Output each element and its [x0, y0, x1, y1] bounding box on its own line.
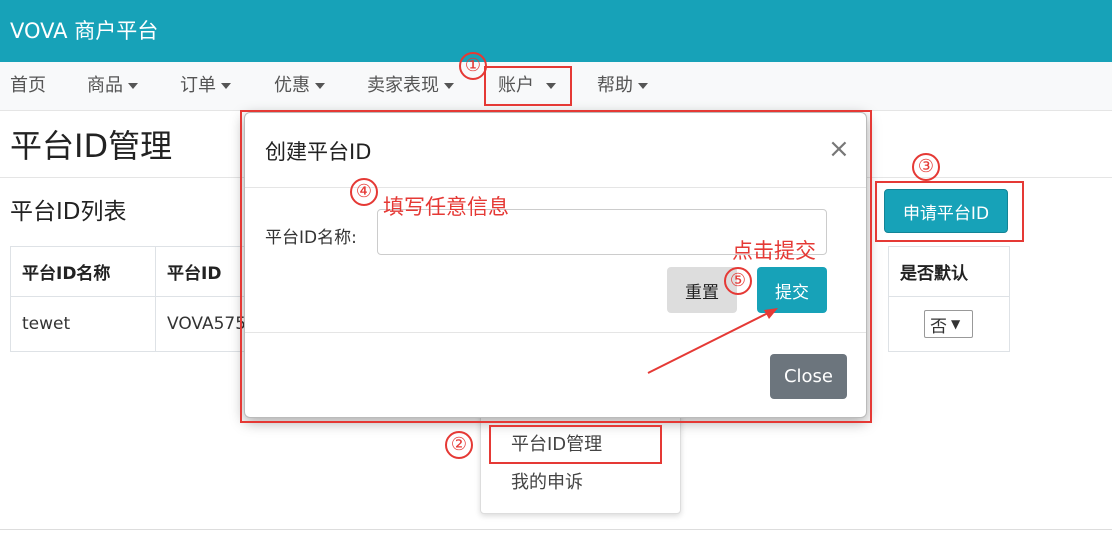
annotation-arrow — [647, 308, 778, 374]
